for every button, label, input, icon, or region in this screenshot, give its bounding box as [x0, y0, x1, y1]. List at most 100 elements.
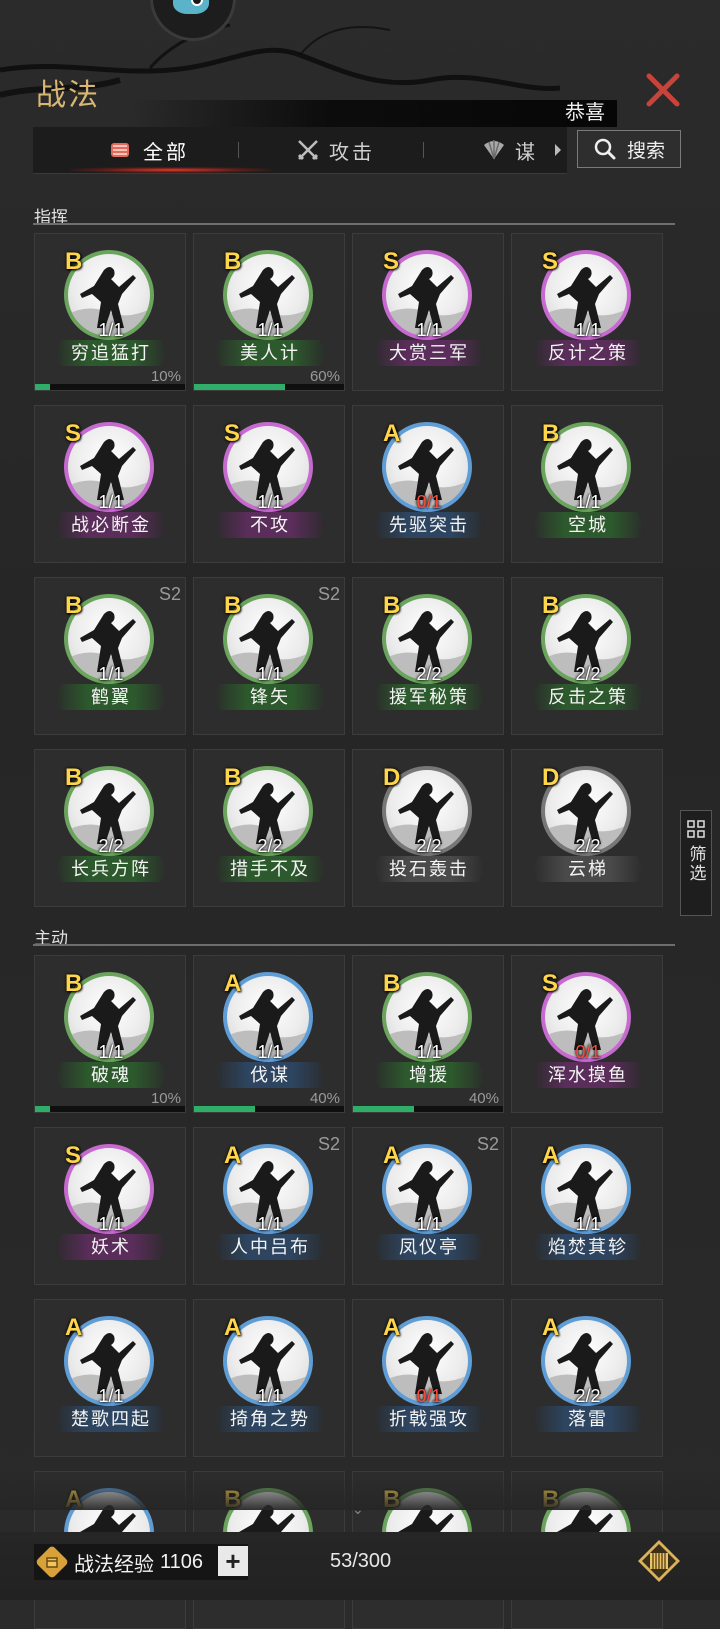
tactic-name: 浑水摸鱼: [532, 1062, 644, 1088]
tactic-count: 1/1: [257, 320, 283, 340]
tactic-card[interactable]: S 1/1 大赏三军: [352, 233, 504, 391]
tactic-count: 1/1: [257, 1214, 283, 1234]
tactic-count: 1/1: [257, 664, 283, 684]
tactic-card[interactable]: B 1/1 增援 40%: [352, 955, 504, 1113]
tactic-card[interactable]: S 1/1 反计之策: [511, 233, 663, 391]
tactic-card[interactable]: A 0/1 先驱突击: [352, 405, 504, 563]
tactic-count: 1/1: [98, 1214, 124, 1234]
tactic-count: 2/2: [257, 836, 283, 856]
season-tag: S2: [476, 1134, 499, 1154]
tactic-name: 反计之策: [532, 340, 644, 366]
grade-badge: B: [224, 248, 242, 275]
tactic-card[interactable]: D 2/2 云梯: [511, 749, 663, 907]
search-icon: [594, 138, 616, 160]
tactic-card[interactable]: B 1/1 空城: [511, 405, 663, 563]
tactic-card[interactable]: A S2 1/1 凤仪亭: [352, 1127, 504, 1285]
upgrade-percent: 40%: [309, 1090, 340, 1107]
tactic-count: 0/1: [416, 492, 442, 512]
season-tag: S2: [317, 1134, 340, 1154]
search-label: 搜索: [626, 140, 665, 162]
tactic-name: 妖术: [55, 1234, 167, 1260]
upgrade-percent: 60%: [309, 368, 340, 385]
tactic-count: 1/1: [98, 320, 124, 340]
grade-badge: B: [224, 764, 242, 791]
tactic-name: 大赏三军: [373, 340, 485, 366]
tactic-name: 不攻: [214, 512, 326, 538]
upgrade-percent: 10%: [150, 368, 181, 385]
chevron-right-icon[interactable]: [553, 143, 563, 157]
grade-badge: B: [65, 764, 83, 791]
tactic-count: 2/2: [98, 836, 124, 856]
tactic-card[interactable]: D 2/2 投石轰击: [352, 749, 504, 907]
tactic-count: 1/1: [416, 320, 442, 340]
upgrade-percent: 10%: [150, 1090, 181, 1107]
tactic-name: 长兵方阵: [55, 856, 167, 882]
tactic-name: 战必断金: [55, 512, 167, 538]
tactic-card[interactable]: S 1/1 不攻: [193, 405, 345, 563]
tab-strategy[interactable]: 谋: [481, 127, 538, 173]
add-exp-button[interactable]: +: [218, 1546, 248, 1576]
tactic-card[interactable]: B 2/2 措手不及: [193, 749, 345, 907]
tactic-capacity: 53/300: [330, 1550, 392, 1572]
tactic-card[interactable]: B 2/2 反击之策: [511, 577, 663, 735]
tactic-name: 空城: [532, 512, 644, 538]
tactic-name: 落雷: [532, 1406, 644, 1432]
tactic-count: 0/1: [575, 1042, 601, 1062]
fan-icon: [484, 140, 504, 160]
tab-attack[interactable]: 攻击: [295, 127, 375, 173]
season-tag: S2: [158, 584, 181, 604]
tactic-count: 2/2: [416, 664, 442, 684]
tactic-count: 1/1: [98, 664, 124, 684]
upgrade-progress-fill: [35, 384, 51, 390]
tactic-card[interactable]: B S2 1/1 锋矢: [193, 577, 345, 735]
tactic-card[interactable]: A S2 1/1 人中吕布: [193, 1127, 345, 1285]
search-button[interactable]: 搜索: [577, 130, 681, 168]
upgrade-progress-fill: [194, 1106, 255, 1112]
tactic-count: 1/1: [98, 492, 124, 512]
tactic-card[interactable]: B 2/2 援军秘策: [352, 577, 504, 735]
tab-all[interactable]: 全部: [105, 127, 189, 173]
grade-badge: D: [542, 764, 560, 791]
tactic-name: 先驱突击: [373, 512, 485, 538]
tactic-card[interactable]: A 1/1 伐谋 40%: [193, 955, 345, 1113]
tactic-card[interactable]: B 1/1 穷追猛打 10%: [34, 233, 186, 391]
season-tag: S2: [317, 584, 340, 604]
tactic-card[interactable]: A 1/1 焰焚萁轸: [511, 1127, 663, 1285]
filter-button[interactable]: 筛选: [680, 810, 712, 916]
top-avatar[interactable]: [150, 0, 236, 41]
exp-fist-icon: [36, 1546, 68, 1578]
grade-badge: B: [542, 420, 560, 447]
close-icon[interactable]: [643, 70, 683, 110]
tactic-count: 1/1: [575, 1214, 601, 1234]
exp-value: 1106: [160, 1550, 204, 1573]
grade-badge: B: [65, 592, 83, 619]
tactic-card[interactable]: B 1/1 破魂 10%: [34, 955, 186, 1113]
tactic-card[interactable]: B 1/1 美人计 60%: [193, 233, 345, 391]
tactic-exp-box: 战法经验 1106 +: [34, 1544, 248, 1580]
tactic-card[interactable]: S 1/1 妖术: [34, 1127, 186, 1285]
tactic-name: 穷追猛打: [55, 340, 167, 366]
grade-badge: S: [542, 248, 559, 275]
section-divider: [33, 944, 675, 946]
upgrade-progress-bar: [353, 1106, 503, 1112]
tactic-name: 增援: [373, 1062, 485, 1088]
tactic-card[interactable]: A 0/1 折戟强攻: [352, 1299, 504, 1457]
tactic-count: 1/1: [575, 492, 601, 512]
decompose-icon[interactable]: [636, 1538, 682, 1584]
tactic-name: 云梯: [532, 856, 644, 882]
tactic-name: 援军秘策: [373, 684, 485, 710]
tactic-count: 1/1: [575, 320, 601, 340]
footer-bar: 战法经验 1106 + 53/300: [0, 1532, 720, 1600]
tactic-card[interactable]: A 2/2 落雷: [511, 1299, 663, 1457]
tactic-card[interactable]: B 2/2 长兵方阵: [34, 749, 186, 907]
tactic-card[interactable]: S 1/1 战必断金: [34, 405, 186, 563]
tactic-card[interactable]: S 0/1 浑水摸鱼: [511, 955, 663, 1113]
tactic-card[interactable]: A 1/1 楚歌四起: [34, 1299, 186, 1457]
tactic-card[interactable]: B S2 1/1 鹤翼: [34, 577, 186, 735]
grade-badge: B: [542, 592, 560, 619]
grade-badge: A: [224, 1314, 242, 1341]
grade-badge: D: [383, 764, 401, 791]
tactic-card[interactable]: A 1/1 掎角之势: [193, 1299, 345, 1457]
tactic-count: 1/1: [257, 492, 283, 512]
tactic-name: 伐谋: [214, 1062, 326, 1088]
